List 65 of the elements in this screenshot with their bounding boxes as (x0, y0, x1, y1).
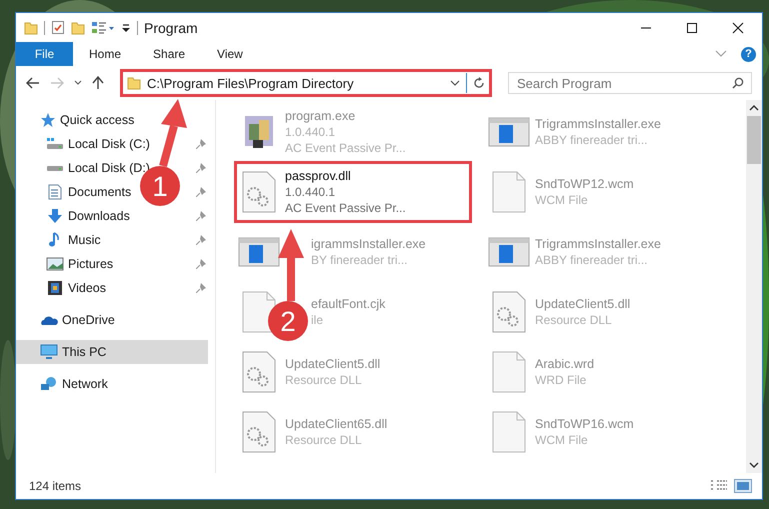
search-field[interactable]: Search Program (508, 72, 752, 94)
drive-icon (46, 164, 64, 172)
ribbon-tab[interactable]: File (16, 42, 73, 66)
nav-item[interactable]: Local Disk (C:) (16, 132, 150, 156)
pin-icon[interactable] (196, 139, 206, 149)
nav-item[interactable]: Network (16, 372, 208, 396)
scroll-up-icon[interactable] (749, 104, 759, 112)
landscape-icon (46, 256, 64, 272)
window-title: Program (144, 20, 198, 36)
file-detail: AC Event Passive Pr... (285, 140, 406, 156)
nav-item[interactable]: This PC (16, 340, 208, 364)
network-icon (40, 376, 58, 392)
folder-icon (127, 76, 141, 90)
item-count: 124 items (29, 479, 82, 493)
file-name[interactable]: passprov.dll (285, 168, 406, 184)
recent-locations-icon[interactable] (74, 80, 82, 86)
search-icon[interactable] (732, 77, 744, 89)
file-detail: ABBY finereader tri... (535, 252, 648, 268)
file-detail: Resource DLL (535, 312, 613, 328)
pin-icon[interactable] (196, 187, 206, 197)
nav-item[interactable]: Documents (16, 180, 132, 204)
monitor-icon (40, 344, 58, 360)
properties-icon[interactable] (51, 20, 65, 35)
nav-item[interactable]: Quick access (16, 108, 208, 132)
maximize-icon[interactable] (686, 22, 698, 34)
arrow (159, 99, 187, 168)
file-detail: WCM File (535, 192, 589, 208)
view-menu-icon[interactable] (91, 20, 115, 34)
chevron-down-icon[interactable] (450, 80, 460, 86)
arrow (278, 229, 304, 301)
film-icon (46, 280, 64, 296)
file-detail: AC Event Passive Pr... (285, 200, 406, 216)
nav-item[interactable]: OneDrive (16, 308, 208, 332)
back-icon[interactable] (26, 77, 40, 89)
file-detail: WRD File (535, 372, 588, 388)
document-icon (46, 184, 64, 200)
file-detail: 1.0.440.1 (285, 184, 336, 200)
pin-icon[interactable] (196, 259, 206, 269)
large-icons-view-icon[interactable] (734, 479, 752, 493)
nav-item[interactable]: Pictures (16, 252, 114, 276)
scroll-down-icon[interactable] (749, 461, 759, 469)
address-field[interactable]: C:\Program Files\Program Directory (120, 69, 492, 97)
pin-icon[interactable] (196, 283, 206, 293)
help-icon[interactable]: ? (741, 46, 756, 62)
file-detail: Resource DLL (285, 432, 363, 448)
file-detail: 1.0.440.1 (285, 124, 336, 140)
file-detail: Resource DLL (285, 372, 363, 388)
pin-icon[interactable] (196, 211, 206, 221)
file-detail: WCM File (535, 432, 589, 448)
scroll-thumb[interactable] (747, 116, 761, 164)
up-icon[interactable] (92, 76, 104, 90)
file-detail: BY finereader tri... (311, 252, 408, 268)
star-icon (40, 112, 56, 128)
refresh-icon[interactable] (473, 77, 485, 89)
close-icon[interactable] (732, 22, 744, 34)
down-arrow-icon (46, 208, 64, 224)
file-detail: ile (311, 312, 324, 328)
pin-icon[interactable] (196, 235, 206, 245)
file-detail: ABBY finereader tri... (535, 132, 648, 148)
nav-item[interactable]: Music (16, 228, 101, 252)
nav-item[interactable]: Downloads (16, 204, 130, 228)
drive-icon (46, 137, 64, 151)
nav-item[interactable]: Videos (16, 276, 106, 300)
callout-badge: 2 (268, 301, 308, 341)
pin-icon[interactable] (196, 163, 206, 173)
